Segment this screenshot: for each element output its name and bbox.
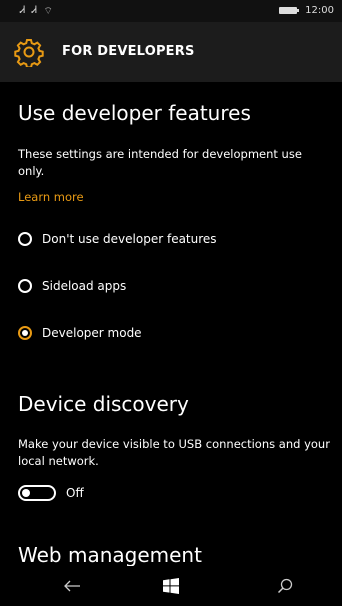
- wifi-icon: ⌔: [43, 6, 54, 17]
- back-arrow-icon: [64, 580, 80, 592]
- device-discovery-toggle[interactable]: [18, 485, 56, 501]
- radio-sideload-apps[interactable]: Sideload apps: [18, 279, 126, 293]
- radio-circle: [18, 232, 32, 246]
- home-button[interactable]: [156, 572, 186, 600]
- device-discovery-toggle-row[interactable]: Off: [18, 485, 84, 501]
- radio-label: Sideload apps: [42, 279, 127, 293]
- learn-more-link[interactable]: Learn more: [18, 190, 84, 204]
- toggle-knob: [22, 489, 30, 497]
- page-header: FOR DEVELOPERS: [0, 22, 342, 82]
- status-right: 12:00: [279, 5, 334, 16]
- status-bar: Ꮧ Ꮧ ⌔ 12:00: [0, 0, 342, 22]
- radio-circle: [18, 279, 32, 293]
- radio-dont-use-developer-features[interactable]: Don't use developer features: [18, 232, 217, 246]
- section-title-web-management: Web management: [18, 543, 202, 567]
- windows-icon: [163, 578, 179, 594]
- radio-circle-selected: [18, 326, 32, 340]
- navigation-bar: [0, 566, 342, 606]
- radio-developer-mode[interactable]: Developer mode: [18, 326, 142, 340]
- back-button[interactable]: [57, 572, 87, 600]
- radio-label: Developer mode: [42, 326, 142, 340]
- search-button[interactable]: [270, 572, 300, 600]
- gear-icon: [14, 39, 44, 67]
- section-title-device-discovery: Device discovery: [18, 392, 189, 416]
- signal-icon-2: Ꮧ: [31, 5, 38, 16]
- radio-label: Don't use developer features: [42, 232, 217, 246]
- page-title: FOR DEVELOPERS: [62, 44, 195, 59]
- toggle-state-label: Off: [66, 486, 84, 500]
- developer-features-description: These settings are intended for developm…: [18, 147, 302, 178]
- signal-icon-1: Ꮧ: [20, 5, 26, 16]
- status-indicators: Ꮧ Ꮧ ⌔: [20, 5, 53, 18]
- search-icon: [277, 578, 293, 594]
- section-title-developer-features: Use developer features: [18, 101, 251, 125]
- clock: 12:00: [305, 5, 334, 16]
- device-discovery-description: Make your device visible to USB connecti…: [18, 437, 330, 468]
- battery-icon: [279, 7, 300, 14]
